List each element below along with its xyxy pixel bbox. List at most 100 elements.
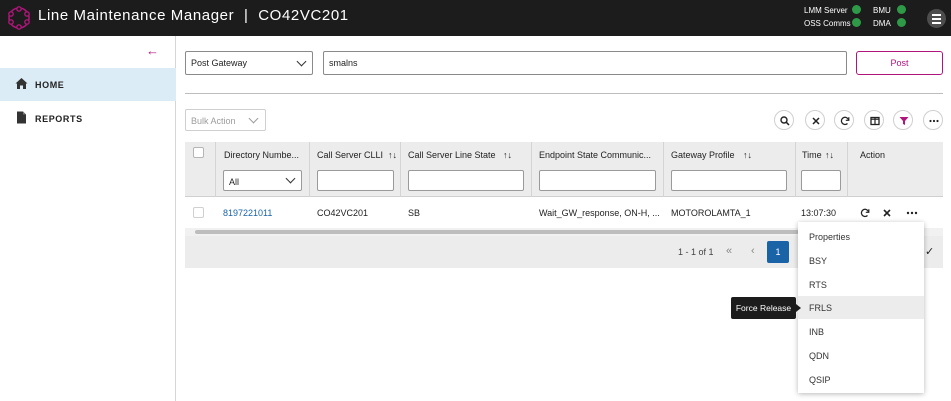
column-divider [400,142,401,197]
column-divider [215,142,216,197]
refresh-button[interactable] [834,110,854,130]
current-page-button[interactable]: 1 [767,241,789,263]
first-page-button[interactable]: « [726,245,732,257]
endpoint-state-cell: Wait_GW_response, ON-H, ... [539,208,660,218]
sort-icon[interactable]: ↑↓ [503,150,512,160]
menu-item-inb[interactable]: INB [798,320,924,343]
divider [185,93,943,94]
bulk-action-label: Bulk Action [191,116,236,126]
search-icon [780,116,790,126]
menu-item-qsip[interactable]: QSIP [798,368,924,391]
call-server-line-state-filter[interactable] [408,170,524,191]
status-indicators: LMM Server BMU OSS Comms DMA [800,4,912,32]
column-divider [847,142,848,197]
page-info: 1 - 1 of 1 [678,247,714,257]
search-button[interactable] [774,110,794,130]
time-filter[interactable] [801,170,841,191]
table-header: Directory Numbe... All Call Server CLLI … [185,142,943,197]
scrollbar-thumb[interactable] [195,230,799,234]
menu-item-label: QSIP [809,375,831,385]
refresh-icon [840,116,850,126]
sort-icon[interactable]: ↑↓ [825,150,834,160]
column-header-call-server-clli[interactable]: Call Server CLLI [317,150,383,160]
time-cell: 13:07:30 [801,208,837,218]
filter-icon [899,117,909,125]
row-more-icon[interactable] [906,211,918,215]
previous-page-button[interactable]: ‹ [751,245,755,257]
columns-button[interactable] [864,110,884,130]
device-id: CO42VC201 [258,7,349,24]
status-dot-dma [897,18,906,27]
collapse-sidebar-arrow-icon[interactable]: ← [146,43,159,58]
home-icon [15,78,28,89]
row-close-icon[interactable] [883,209,891,217]
app-title: Line Maintenance Manager | CO42VC201 [38,7,349,24]
menu-item-frls[interactable]: FRLS [798,296,924,319]
column-divider [663,142,664,197]
status-label-dma: DMA [873,19,891,28]
status-dot-oss-comms [852,18,861,27]
menu-item-label: Properties [809,232,851,242]
clear-button[interactable] [805,110,825,130]
more-options-button[interactable] [923,110,943,130]
column-divider [309,142,310,197]
row-refresh-icon[interactable] [860,208,870,218]
status-dot-lmm-server [852,5,861,14]
menu-item-bsy[interactable]: BSY [798,249,924,272]
search-input[interactable]: smalns [323,51,847,75]
menu-line [932,22,941,24]
document-icon [17,111,26,124]
directory-number-filter-select[interactable]: All [223,170,302,191]
sidebar-item-reports[interactable]: REPORTS [0,102,176,135]
directory-number-filter-value: All [229,177,240,187]
menu-item-rts[interactable]: RTS [798,273,924,296]
bulk-action-select[interactable]: Bulk Action [185,109,266,131]
post-gateway-select[interactable]: Post Gateway [185,51,313,75]
line-state-cell: SB [408,208,421,218]
filter-button[interactable] [893,110,913,130]
app-name: Line Maintenance Manager [38,7,235,24]
columns-icon [870,116,880,126]
close-icon [812,117,820,125]
status-dot-bmu [897,5,906,14]
gateway-profile-cell: MOTOROLAMTA_1 [671,208,751,218]
status-label-lmm-server: LMM Server [804,6,848,15]
menu-item-label: INB [809,327,825,337]
gateway-profile-filter[interactable] [671,170,787,191]
call-server-clli-filter[interactable] [317,170,394,191]
menu-item-properties[interactable]: Properties [798,225,924,248]
sidebar-item-label: HOME [35,80,65,90]
force-release-tooltip: Force Release [731,297,801,319]
sort-icon[interactable]: ↑↓ [743,150,752,160]
call-server-clli-cell: CO42VC201 [317,208,369,218]
menu-line [932,14,941,16]
chevron-down-icon [296,56,307,67]
column-divider [531,142,532,197]
row-checkbox[interactable] [193,207,204,218]
more-icon [929,119,939,123]
sort-icon[interactable]: ↑↓ [388,150,397,160]
post-button[interactable]: Post [856,51,943,75]
endpoint-state-filter[interactable] [539,170,656,191]
chevron-down-icon [248,113,259,124]
menu-item-label: BSY [809,256,828,266]
column-header-time[interactable]: Time [802,150,822,160]
directory-number-link[interactable]: 8197221011 [223,208,272,218]
top-bar: Line Maintenance Manager | CO42VC201 LMM… [0,0,951,36]
select-all-checkbox[interactable] [193,147,204,158]
sidebar-item-label: REPORTS [35,114,83,124]
column-header-action: Action [860,150,886,160]
column-header-call-server-line-state[interactable]: Call Server Line State [408,150,496,160]
search-input-value: smalns [329,58,358,68]
column-header-directory-number[interactable]: Directory Numbe... [224,150,299,160]
menu-item-label: RTS [809,280,827,290]
column-header-gateway-profile[interactable]: Gateway Profile [671,150,735,160]
column-divider [795,142,796,197]
logo-icon [8,6,30,30]
check-icon[interactable]: ✓ [925,245,934,258]
sidebar-item-home[interactable]: HOME [0,68,176,101]
column-header-endpoint-state[interactable]: Endpoint State Communic... [539,150,651,160]
status-label-bmu: BMU [873,6,891,15]
menu-item-qdn[interactable]: QDN [798,344,924,367]
hamburger-menu-button[interactable] [927,9,946,28]
